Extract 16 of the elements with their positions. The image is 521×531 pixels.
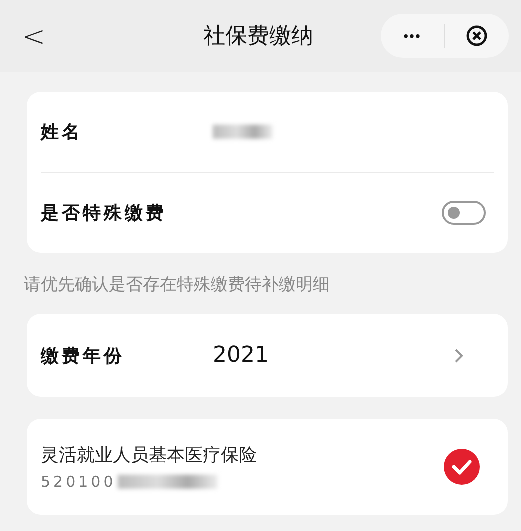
insurance-item[interactable]: 灵活就业人员基本医疗保险 520100 <box>27 419 508 515</box>
year-value: 2021 <box>213 343 269 368</box>
special-payment-switch[interactable] <box>442 201 486 225</box>
back-button[interactable]: < <box>22 20 46 52</box>
close-icon <box>466 25 488 47</box>
year-selector[interactable]: 缴费年份 2021 <box>27 314 508 397</box>
check-icon[interactable] <box>444 449 480 485</box>
hint-text: 请优先确认是否存在特殊缴费待补缴明细 <box>24 274 331 297</box>
name-label: 姓名 <box>41 121 84 144</box>
year-label: 缴费年份 <box>41 344 126 368</box>
more-button[interactable]: ••• <box>381 27 444 45</box>
chevron-right-icon <box>454 348 464 364</box>
insurance-name: 灵活就业人员基本医疗保险 <box>41 444 257 467</box>
special-payment-label: 是否特殊缴费 <box>41 202 168 225</box>
page-title: 社保费缴纳 <box>202 23 314 51</box>
insurance-number: 520100 <box>41 473 116 491</box>
